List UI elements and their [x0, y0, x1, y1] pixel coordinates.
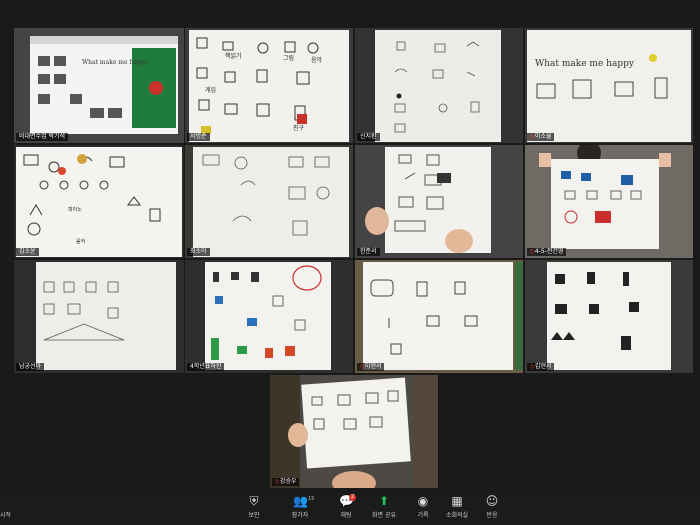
video-tile-5[interactable]: 피아노 음악 김소윤 [14, 145, 184, 258]
muted-mic-icon: ⦸ [530, 363, 534, 370]
video-tile-6[interactable]: 최소아 [185, 145, 353, 258]
participant-name: ⦸김현서 [527, 363, 555, 371]
shield-icon: ⛨ [249, 494, 259, 508]
reactions-icon: ☺ [485, 494, 499, 508]
svg-text:음악: 음악 [311, 56, 323, 64]
svg-text:What make me happy: What make me happy [82, 59, 149, 66]
svg-text:책읽기: 책읽기 [225, 52, 242, 60]
drawing-paper: 피아노 음악 [14, 145, 184, 258]
svg-text:What make me happy: What make me happy [535, 59, 635, 69]
participant-name: ⦸이소율 [527, 133, 555, 141]
drawing-paper: 책읽기 그림 음악 게임 친구 [185, 28, 353, 143]
participant-name: ⦸4-5-전건영 [527, 248, 567, 256]
participant-name: 한준서 [357, 248, 380, 256]
video-tile-10[interactable]: 4학년표하진 [185, 260, 353, 373]
muted-mic-icon: ⦸ [530, 133, 534, 140]
svg-text:피아노: 피아노 [68, 206, 82, 213]
drawing-paper [525, 145, 693, 258]
record-icon: ◉ [417, 494, 429, 508]
drawing-paper [525, 260, 693, 373]
chat-badge: 2 [349, 494, 357, 501]
drawing-paper [185, 145, 353, 258]
video-tile-7[interactable]: 한준서 [355, 145, 523, 258]
video-tile-3[interactable]: 신지환 [355, 28, 523, 143]
share-screen-button[interactable]: ⬆ 화면 공유 [364, 494, 404, 519]
reactions-button[interactable]: ☺ 반응 [472, 494, 512, 519]
participants-icon: 👥 [293, 494, 308, 508]
participant-name: ⦸강승우 [272, 478, 300, 486]
video-tile-12[interactable]: ⦸김현서 [525, 260, 693, 373]
participant-name: 신지환 [357, 133, 380, 141]
security-button[interactable]: ⛨ 보안 [234, 494, 274, 519]
participants-button[interactable]: 👥 15 참가자 [280, 494, 320, 519]
muted-mic-icon: ⦸ [275, 478, 279, 485]
drawing-paper [355, 28, 523, 143]
video-tile-1[interactable]: What make me happy 비대면수업 박기석 [14, 28, 184, 143]
participant-name: 김소윤 [16, 248, 39, 256]
svg-text:게임: 게임 [205, 86, 216, 94]
participant-name: 비대면수업 박기석 [16, 133, 69, 141]
drawing-paper [185, 260, 353, 373]
video-tile-8[interactable]: ⦸4-5-전건영 [525, 145, 693, 258]
participant-name: 서범준 [187, 133, 210, 141]
drawing-paper [355, 260, 523, 373]
breakout-rooms-icon: ▦ [451, 494, 463, 508]
chat-button[interactable]: 💬 2 채팅 [326, 494, 366, 519]
participant-name: 남궁선아 [16, 363, 45, 371]
participant-name: ⦸이현서 [357, 363, 385, 371]
svg-text:그림: 그림 [283, 54, 294, 62]
video-tile-4[interactable]: What make me happy ⦸이소율 [525, 28, 693, 143]
participant-name: 최소아 [187, 248, 210, 256]
video-tile-9[interactable]: 남궁선아 [14, 260, 184, 373]
svg-text:친구: 친구 [293, 124, 305, 132]
shared-slide-thumbnail: What make me happy [14, 28, 184, 143]
muted-mic-icon: ⦸ [530, 248, 534, 255]
muted-mic-icon: ⦸ [360, 363, 364, 370]
drawing-paper [270, 375, 438, 488]
video-tile-11[interactable]: ⦸이현서 [355, 260, 523, 373]
share-screen-icon: ⬆ [378, 494, 390, 508]
start-label[interactable]: 시작 [0, 510, 11, 519]
participant-count: 15 [308, 496, 315, 502]
participant-name: 4학년표하진 [187, 363, 225, 371]
drawing-paper [14, 260, 184, 373]
video-tile-13[interactable]: ⦸강승우 [270, 375, 438, 488]
meeting-toolbar: 시작 ⛨ 보안 👥 15 참가자 💬 2 채팅 ⬆ 화면 공유 ◉ 기록 ▦ 소… [0, 492, 700, 525]
video-tile-2[interactable]: 책읽기 그림 음악 게임 친구 서범준 [185, 28, 353, 143]
breakout-rooms-button[interactable]: ▦ 소회의실 [437, 494, 477, 519]
svg-text:음악: 음악 [76, 238, 86, 245]
drawing-paper [355, 145, 523, 258]
drawing-paper: What make me happy [525, 28, 693, 143]
